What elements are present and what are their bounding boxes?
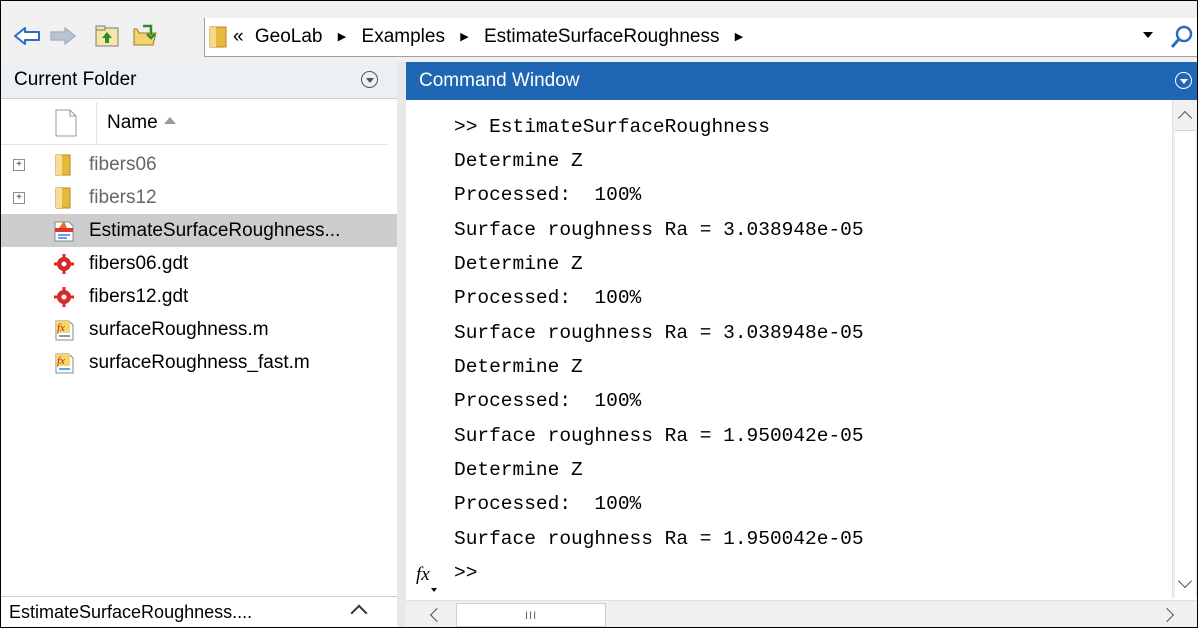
list-item[interactable]: fx surfaceRoughness_fast.m xyxy=(1,346,397,379)
current-folder-title: Current Folder xyxy=(14,69,137,90)
output-line: Surface roughness Ra = 3.038948e-05 xyxy=(454,322,864,344)
horizontal-scrollbar[interactable]: III xyxy=(406,600,1197,627)
output-line: Surface roughness Ra = 1.950042e-05 xyxy=(454,528,864,550)
list-item[interactable]: + fibers06 xyxy=(1,148,397,181)
panel-splitter[interactable] xyxy=(397,62,406,627)
list-item[interactable]: fibers12.gdt xyxy=(1,280,397,313)
scroll-up-icon[interactable] xyxy=(1177,110,1193,126)
folder-icon xyxy=(55,187,71,209)
breadcrumb-geolab[interactable]: GeoLab xyxy=(255,26,323,47)
breadcrumb: « GeoLab ▶ Examples ▶ EstimateSurfaceRou… xyxy=(233,18,753,56)
scroll-left-icon[interactable] xyxy=(429,607,445,623)
column-header[interactable]: Name xyxy=(1,102,387,145)
item-label: surfaceRoughness.m xyxy=(89,319,269,340)
address-dropdown-icon[interactable] xyxy=(1143,32,1153,38)
scroll-right-icon[interactable] xyxy=(1159,607,1175,623)
output-line: Processed: 100% xyxy=(454,287,642,309)
command-window-panel: Command Window >> EstimateSurfaceRoughne… xyxy=(406,62,1197,627)
browse-folder-icon xyxy=(133,24,157,46)
dropdown-arrow-icon xyxy=(365,77,374,83)
search-icon xyxy=(1170,25,1193,48)
svg-text:fx: fx xyxy=(57,322,65,334)
dropdown-arrow-icon xyxy=(1179,78,1188,84)
list-item[interactable]: fibers06.gdt xyxy=(1,247,397,280)
list-item[interactable]: EstimateSurfaceRoughness... xyxy=(1,214,397,247)
command-prompt-input[interactable]: >> xyxy=(454,562,477,584)
file-list: + fibers06 + fibers12 EstimateSurfaceRou… xyxy=(1,148,397,379)
current-folder-header: Current Folder xyxy=(1,62,397,99)
output-line: Surface roughness Ra = 1.950042e-05 xyxy=(454,425,864,447)
breadcrumb-separator-icon[interactable]: ▶ xyxy=(460,18,468,56)
horizontal-scroll-thumb[interactable]: III xyxy=(456,603,606,627)
output-line: Processed: 100% xyxy=(454,390,642,412)
breadcrumb-separator-icon[interactable]: ▶ xyxy=(338,18,346,56)
panel-actions-button[interactable] xyxy=(1175,72,1192,89)
expand-icon[interactable]: + xyxy=(13,159,25,171)
back-arrow-icon xyxy=(14,27,40,45)
output-line: >> EstimateSurfaceRoughness xyxy=(454,116,770,138)
address-bar[interactable]: « GeoLab ▶ Examples ▶ EstimateSurfaceRou… xyxy=(204,18,1197,57)
browse-folder-button[interactable] xyxy=(129,21,161,51)
gdt-file-icon xyxy=(54,287,74,307)
back-button[interactable] xyxy=(11,21,43,51)
list-item[interactable]: + fibers12 xyxy=(1,181,397,214)
details-bar[interactable]: EstimateSurfaceRoughness.... xyxy=(1,596,397,627)
forward-arrow-icon xyxy=(50,27,76,45)
breadcrumb-separator-icon[interactable]: ▶ xyxy=(735,18,743,56)
panel-actions-button[interactable] xyxy=(361,71,378,88)
up-one-level-button[interactable] xyxy=(91,21,123,51)
item-label: EstimateSurfaceRoughness... xyxy=(89,220,341,241)
file-type-icon xyxy=(55,109,77,137)
gdt-file-icon xyxy=(54,254,74,274)
search-button[interactable] xyxy=(1167,22,1197,52)
list-item[interactable]: fx surfaceRoughness.m xyxy=(1,313,397,346)
app-window: « GeoLab ▶ Examples ▶ EstimateSurfaceRou… xyxy=(0,0,1198,628)
live-script-icon xyxy=(54,221,74,242)
output-line: Processed: 100% xyxy=(454,184,642,206)
item-label: fibers06 xyxy=(89,154,157,175)
folder-icon xyxy=(55,154,71,176)
item-label: surfaceRoughness_fast.m xyxy=(89,352,310,373)
output-line: Determine Z xyxy=(454,150,583,172)
vertical-scroll-thumb[interactable] xyxy=(1175,130,1195,601)
details-file-name: EstimateSurfaceRoughness.... xyxy=(9,602,253,622)
item-label: fibers12 xyxy=(89,187,157,208)
command-output[interactable]: >> EstimateSurfaceRoughness Determine Z … xyxy=(406,100,1171,596)
function-file-icon: fx xyxy=(55,353,74,374)
function-browser-arrow-icon xyxy=(431,588,437,592)
sort-ascending-icon xyxy=(163,117,176,125)
toolbar: « GeoLab ▶ Examples ▶ EstimateSurfaceRou… xyxy=(1,1,1197,59)
up-one-level-icon xyxy=(95,25,119,47)
chevron-up-icon[interactable] xyxy=(350,604,368,622)
folder-icon xyxy=(209,26,227,48)
item-label: fibers12.gdt xyxy=(89,286,189,307)
vertical-scrollbar[interactable] xyxy=(1172,100,1197,601)
scroll-grip: III xyxy=(525,610,538,622)
forward-button[interactable] xyxy=(47,21,79,51)
output-line: Determine Z xyxy=(454,459,583,481)
breadcrumb-estimatesurfaceroughness[interactable]: EstimateSurfaceRoughness xyxy=(484,26,720,47)
item-label: fibers06.gdt xyxy=(89,253,189,274)
expand-icon[interactable]: + xyxy=(13,192,25,204)
output-line: Determine Z xyxy=(454,253,583,275)
current-folder-panel: Current Folder Name + fibers06 + fibers1… xyxy=(1,62,397,627)
function-browser-icon[interactable]: fx xyxy=(416,564,430,586)
name-column-header[interactable]: Name xyxy=(96,102,176,144)
output-line: Determine Z xyxy=(454,356,583,378)
function-file-icon: fx xyxy=(55,320,74,341)
output-line: Processed: 100% xyxy=(454,493,642,515)
command-window-title: Command Window xyxy=(419,70,580,91)
breadcrumb-overflow[interactable]: « xyxy=(233,26,244,47)
svg-text:fx: fx xyxy=(57,355,65,367)
output-line: Surface roughness Ra = 3.038948e-05 xyxy=(454,219,864,241)
breadcrumb-examples[interactable]: Examples xyxy=(362,26,445,47)
command-window-header: Command Window xyxy=(406,62,1197,100)
